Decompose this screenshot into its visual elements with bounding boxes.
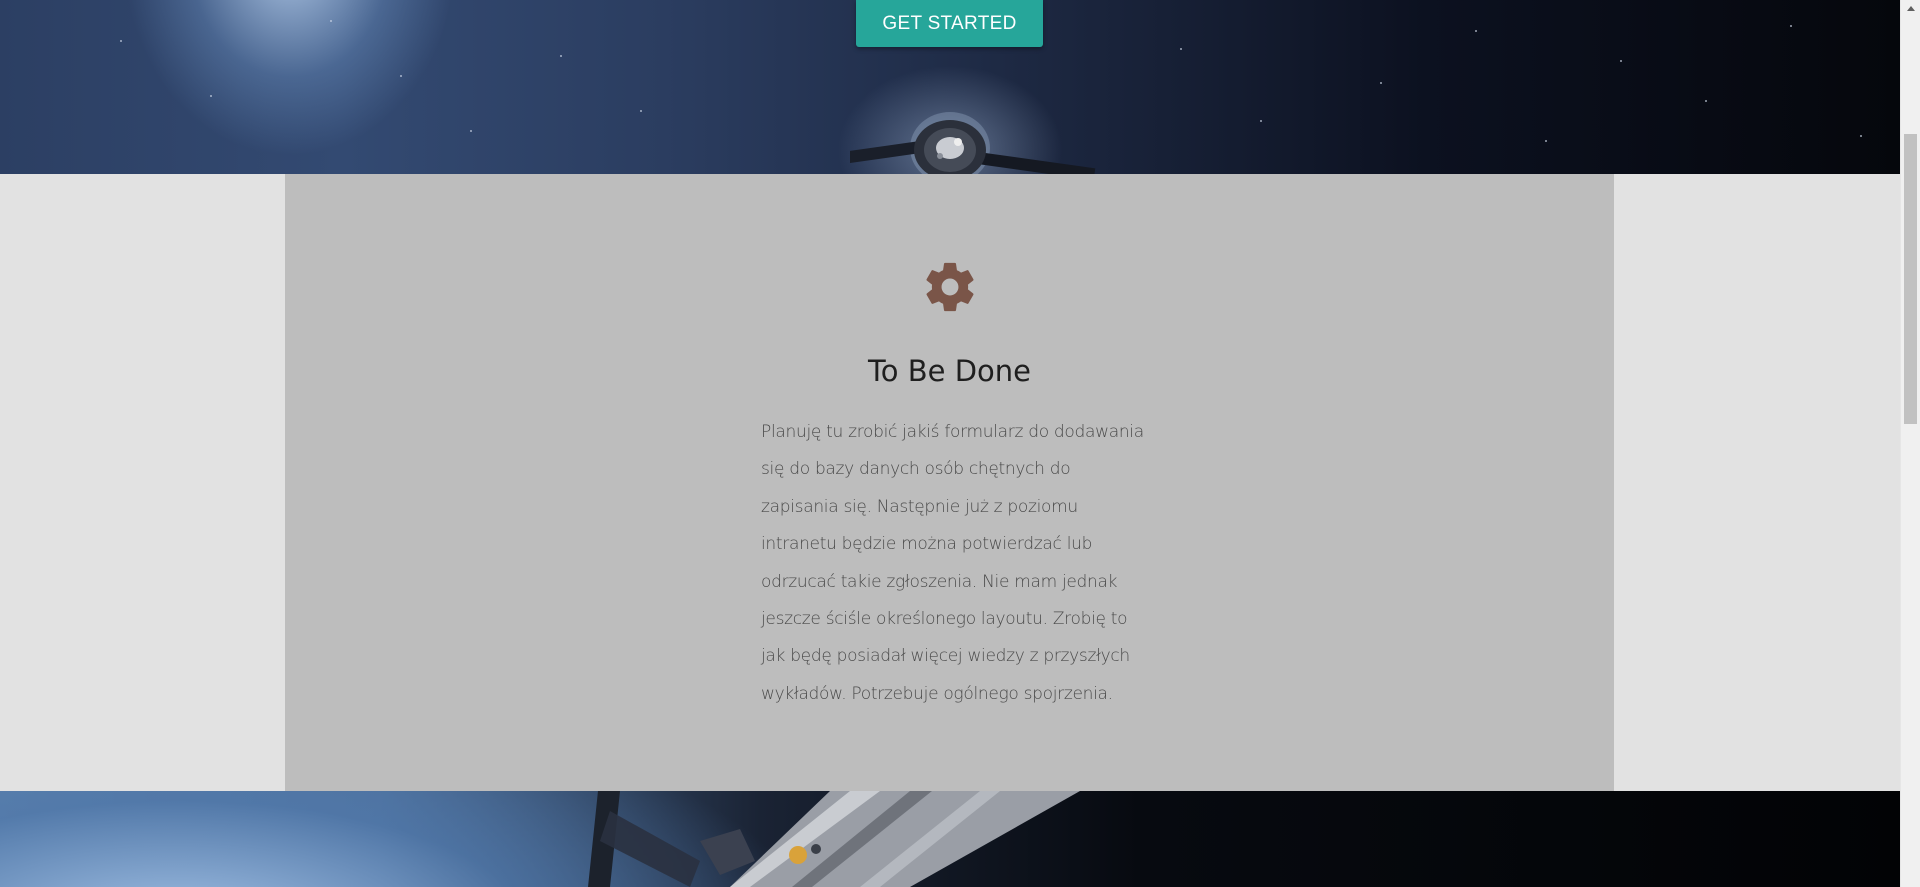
card-title: To Be Done: [868, 354, 1031, 388]
star: [470, 130, 472, 132]
card-description: Planuję tu zrobić jakiś formularz do dod…: [761, 422, 1144, 704]
scroll-up-arrow-icon[interactable]: [1901, 0, 1920, 17]
star: [1380, 82, 1382, 84]
star: [400, 75, 402, 77]
star: [1790, 25, 1792, 27]
to-be-done-section: To Be Done Planuję tu zrobić jakiś formu…: [0, 174, 1900, 791]
star: [1860, 135, 1862, 137]
star: [1180, 48, 1182, 50]
feature-card: To Be Done Planuję tu zrobić jakiś formu…: [285, 174, 1614, 791]
vertical-scrollbar[interactable]: [1900, 0, 1920, 887]
hero-top-banner: GET STARTED: [0, 0, 1900, 174]
get-started-button[interactable]: GET STARTED: [856, 0, 1043, 47]
star: [1705, 100, 1707, 102]
scrollbar-thumb[interactable]: [1904, 134, 1917, 424]
star: [210, 95, 212, 97]
star: [120, 40, 122, 42]
star: [1475, 30, 1477, 32]
satellite-image: [850, 112, 1096, 174]
star: [1260, 120, 1262, 122]
star: [330, 20, 332, 22]
star: [560, 55, 562, 57]
star: [1620, 60, 1622, 62]
rocket-image: [588, 791, 1080, 887]
star: [1545, 140, 1547, 142]
page: GET STARTED To Be Done Planuję tu zrobić…: [0, 0, 1920, 887]
hero-bottom-banner: [0, 791, 1900, 887]
gear-icon: [926, 262, 974, 312]
star: [640, 110, 642, 112]
